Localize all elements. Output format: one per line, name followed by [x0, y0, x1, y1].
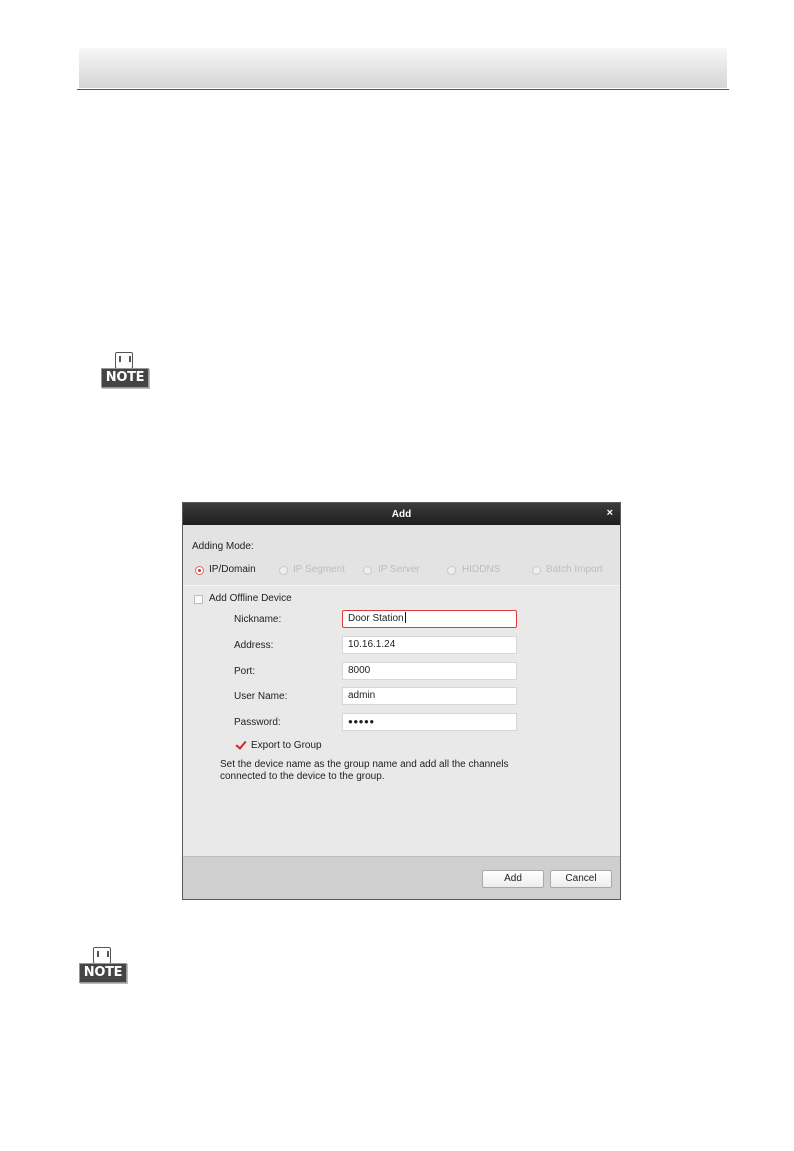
- username-value: admin: [348, 690, 376, 701]
- port-field[interactable]: 8000: [342, 662, 517, 680]
- header-rule: [77, 89, 729, 90]
- radio-ip-segment-label[interactable]: IP Segment: [293, 564, 345, 575]
- radio-ip-server-label[interactable]: IP Server: [378, 564, 420, 575]
- radio-batch-import[interactable]: [532, 566, 541, 575]
- dialog-footer: Add Cancel: [183, 856, 620, 899]
- radio-hiddns[interactable]: [447, 566, 456, 575]
- username-field[interactable]: admin: [342, 687, 517, 705]
- address-field[interactable]: 10.16.1.24: [342, 636, 517, 654]
- export-to-group-checkbox[interactable]: [235, 738, 247, 750]
- radio-batch-import-label[interactable]: Batch Import: [546, 564, 603, 575]
- username-label: User Name:: [234, 691, 288, 702]
- radio-ip-domain-label[interactable]: IP/Domain: [209, 564, 256, 575]
- close-icon[interactable]: ×: [607, 507, 613, 519]
- add-offline-checkbox[interactable]: [194, 595, 203, 604]
- password-label: Password:: [234, 717, 281, 728]
- dialog-title: Add: [391, 509, 412, 520]
- page-header-band: [79, 48, 727, 88]
- note-tag-graphic: [93, 947, 111, 964]
- export-to-group-label[interactable]: Export to Group: [251, 740, 322, 751]
- address-value: 10.16.1.24: [348, 639, 396, 650]
- radio-ip-server[interactable]: [363, 566, 372, 575]
- address-label: Address:: [234, 640, 274, 651]
- password-field[interactable]: ●●●●●: [342, 713, 517, 731]
- cancel-button[interactable]: Cancel: [550, 870, 612, 888]
- adding-mode-label: Adding Mode:: [192, 541, 254, 552]
- nickname-value: Door Station: [348, 613, 404, 624]
- note-tag-graphic: [115, 352, 133, 369]
- export-description: Set the device name as the group name an…: [220, 759, 509, 782]
- radio-hiddns-label[interactable]: HIDDNS: [462, 564, 500, 575]
- radio-ip-domain[interactable]: [195, 566, 204, 575]
- nickname-label: Nickname:: [234, 614, 282, 625]
- nickname-field[interactable]: Door Station: [342, 610, 517, 628]
- port-label: Port:: [234, 666, 256, 677]
- note-icon: NOTE: [79, 947, 127, 983]
- port-value: 8000: [348, 665, 371, 676]
- text-caret: [404, 612, 406, 623]
- add-offline-label[interactable]: Add Offline Device: [209, 593, 292, 604]
- add-device-dialog: Add × Adding Mode: IP/Domain IP Segment …: [182, 502, 621, 900]
- note-icon: NOTE: [101, 352, 149, 388]
- note-icon-label: NOTE: [101, 368, 149, 388]
- add-button[interactable]: Add: [482, 870, 544, 888]
- radio-ip-segment[interactable]: [279, 566, 288, 575]
- password-value: ●●●●●: [348, 717, 375, 726]
- note-icon-label: NOTE: [79, 963, 127, 983]
- section-separator: [183, 585, 620, 586]
- dialog-titlebar: Add ×: [183, 503, 620, 525]
- adding-mode-section: Adding Mode: IP/Domain IP Segment IP Ser…: [183, 525, 620, 585]
